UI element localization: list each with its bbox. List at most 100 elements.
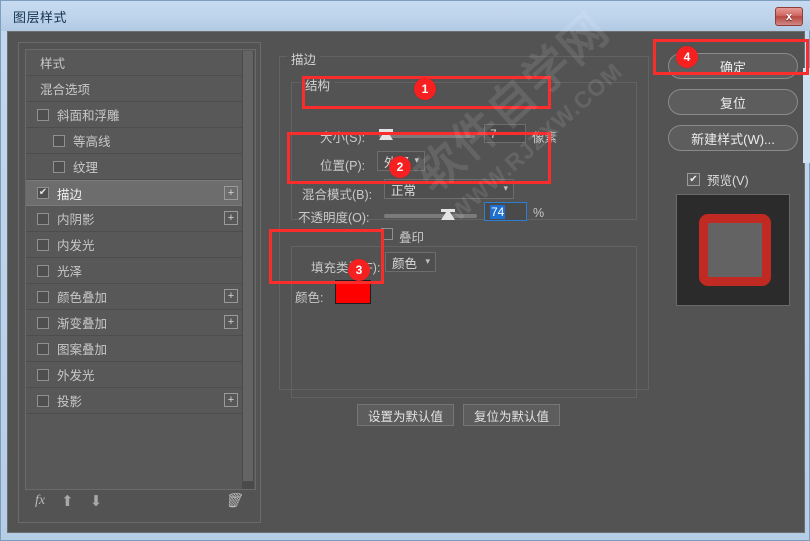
size-unit: 像素	[532, 131, 558, 145]
dialog-scrollbar[interactable]	[803, 68, 810, 163]
style-list-item[interactable]: 外发光	[26, 362, 244, 388]
stroke-settings-pane: 描边 结构 大小(S): 7 像素 位置(P): 外部 ▾ 混合模式(B): 正…	[271, 42, 654, 523]
style-item-checkbox[interactable]: ✔	[37, 187, 49, 199]
chevron-down-icon: ▾	[503, 183, 508, 193]
layer-style-dialog-window: 图层样式 x 样式混合选项斜面和浮雕等高线纹理 ✔ 描边 + 内阴影 + 内发光光泽颜色叠加…	[0, 0, 810, 541]
chevron-down-icon: ▾	[414, 155, 419, 165]
annotation-badge-1: 1	[414, 78, 436, 100]
color-swatch[interactable]	[335, 280, 371, 304]
overprint-label: 叠印	[399, 231, 425, 245]
style-item-label: 颜色叠加	[57, 291, 108, 305]
style-item-label: 投影	[57, 395, 83, 409]
style-item-checkbox[interactable]	[37, 212, 49, 225]
add-effect-icon[interactable]: +	[224, 186, 238, 200]
style-list-item[interactable]: 等高线	[26, 128, 244, 154]
set-default-button[interactable]: 设置为默认值	[357, 404, 454, 426]
preview-checkbox[interactable]: ✔	[687, 173, 700, 186]
structure-legend: 结构	[301, 75, 335, 94]
style-item-checkbox[interactable]	[53, 160, 65, 173]
style-item-label: 内发光	[57, 239, 95, 253]
opacity-unit: %	[533, 206, 545, 220]
style-item-label: 光泽	[57, 265, 83, 279]
add-effect-icon[interactable]: +	[224, 289, 238, 303]
overprint-checkbox[interactable]	[381, 228, 393, 240]
stroke-heading: 描边	[287, 49, 321, 68]
opacity-input[interactable]: 74	[484, 202, 527, 221]
size-value: 7	[490, 126, 497, 141]
style-item-label: 内阴影	[57, 213, 95, 227]
style-item-checkbox[interactable]	[37, 238, 49, 251]
trash-icon[interactable]: 🗑	[224, 493, 242, 510]
opacity-label: 不透明度(O):	[298, 211, 370, 225]
style-item-label: 斜面和浮雕	[57, 109, 120, 123]
arrow-down-icon[interactable]: ⬇	[90, 492, 103, 510]
blend-mode-label: 混合模式(B):	[302, 188, 373, 202]
style-list-item[interactable]: 内阴影 +	[26, 206, 244, 232]
style-item-label: 纹理	[73, 161, 99, 175]
annotation-badge-4: 4	[676, 46, 698, 68]
style-list-item[interactable]: 颜色叠加 +	[26, 284, 244, 310]
style-item-label: 混合选项	[40, 83, 91, 97]
opacity-slider-track[interactable]	[384, 214, 477, 218]
right-pane: 确定 复位 新建样式(W)... ✔ 预览(V)	[663, 42, 803, 523]
style-list-item[interactable]: 投影 +	[26, 388, 244, 414]
preview-thumbnail	[676, 194, 790, 306]
style-item-label: 图案叠加	[57, 343, 108, 357]
style-item-label: 外发光	[57, 369, 95, 383]
blend-mode-value: 正常	[391, 183, 417, 198]
opacity-value: 74	[490, 204, 506, 219]
style-list-item[interactable]: 纹理	[26, 154, 244, 180]
style-item-checkbox[interactable]	[37, 264, 49, 277]
add-effect-icon[interactable]: +	[224, 315, 238, 329]
title-bar: 图层样式 x	[1, 1, 810, 31]
opacity-slider-knob[interactable]	[441, 209, 455, 220]
color-label: 颜色:	[295, 291, 324, 305]
style-list-item[interactable]: 样式	[26, 50, 244, 76]
style-item-label: 样式	[40, 57, 66, 71]
size-slider-track[interactable]	[379, 134, 475, 138]
size-slider-knob[interactable]	[379, 129, 393, 140]
window-title: 图层样式	[13, 10, 68, 25]
new-style-button[interactable]: 新建样式(W)...	[668, 125, 798, 151]
reset-default-button[interactable]: 复位为默认值	[463, 404, 560, 426]
annotation-badge-2: 2	[389, 156, 411, 178]
size-label: 大小(S):	[320, 131, 366, 145]
styles-list[interactable]: 样式混合选项斜面和浮雕等高线纹理 ✔ 描边 + 内阴影 + 内发光光泽颜色叠加 + 渐变叠加 + 图…	[25, 49, 256, 490]
style-item-checkbox[interactable]	[37, 342, 49, 355]
arrow-up-icon[interactable]: ⬆	[61, 492, 74, 510]
dialog-body: 样式混合选项斜面和浮雕等高线纹理 ✔ 描边 + 内阴影 + 内发光光泽颜色叠加 + 渐变叠加 + 图…	[7, 31, 810, 533]
style-item-label: 渐变叠加	[57, 317, 108, 331]
fx-icon[interactable]: fx	[35, 493, 45, 509]
add-effect-icon[interactable]: +	[224, 211, 238, 225]
styles-panel: 样式混合选项斜面和浮雕等高线纹理 ✔ 描边 + 内阴影 + 内发光光泽颜色叠加 + 渐变叠加 + 图…	[18, 42, 261, 523]
fill-fieldset	[291, 246, 637, 398]
styles-toolbar: fx ⬆ ⬇ 🗑	[25, 486, 256, 516]
reset-button[interactable]: 复位	[668, 89, 798, 115]
annotation-badge-3: 3	[348, 259, 370, 281]
style-item-label: 描边	[57, 187, 83, 202]
style-item-checkbox[interactable]	[37, 290, 49, 303]
style-list-item[interactable]: 光泽	[26, 258, 244, 284]
preview-stroke-shape	[699, 214, 771, 286]
size-input[interactable]: 7	[484, 124, 526, 143]
style-list-item[interactable]: 渐变叠加 +	[26, 310, 244, 336]
scrollbar-thumb[interactable]	[243, 51, 253, 481]
style-item-checkbox[interactable]	[37, 108, 49, 121]
style-list-item[interactable]: 内发光	[26, 232, 244, 258]
style-list-item[interactable]: 斜面和浮雕	[26, 102, 244, 128]
preview-toggle[interactable]: ✔ 预览(V)	[687, 170, 749, 189]
position-label: 位置(P):	[320, 159, 366, 173]
blend-mode-select[interactable]: 正常 ▾	[384, 179, 514, 199]
style-list-item[interactable]: 图案叠加	[26, 336, 244, 362]
styles-list-scrollbar[interactable]	[242, 51, 254, 489]
style-item-checkbox[interactable]	[37, 394, 49, 407]
style-item-checkbox[interactable]	[37, 316, 49, 329]
add-effect-icon[interactable]: +	[224, 393, 238, 407]
style-item-label: 等高线	[73, 135, 111, 149]
style-item-checkbox[interactable]	[37, 368, 49, 381]
style-item-checkbox[interactable]	[53, 134, 65, 147]
preview-label: 预览(V)	[707, 174, 749, 188]
style-list-item[interactable]: ✔ 描边 +	[26, 180, 244, 206]
close-icon[interactable]: x	[775, 7, 803, 26]
style-list-item[interactable]: 混合选项	[26, 76, 244, 102]
